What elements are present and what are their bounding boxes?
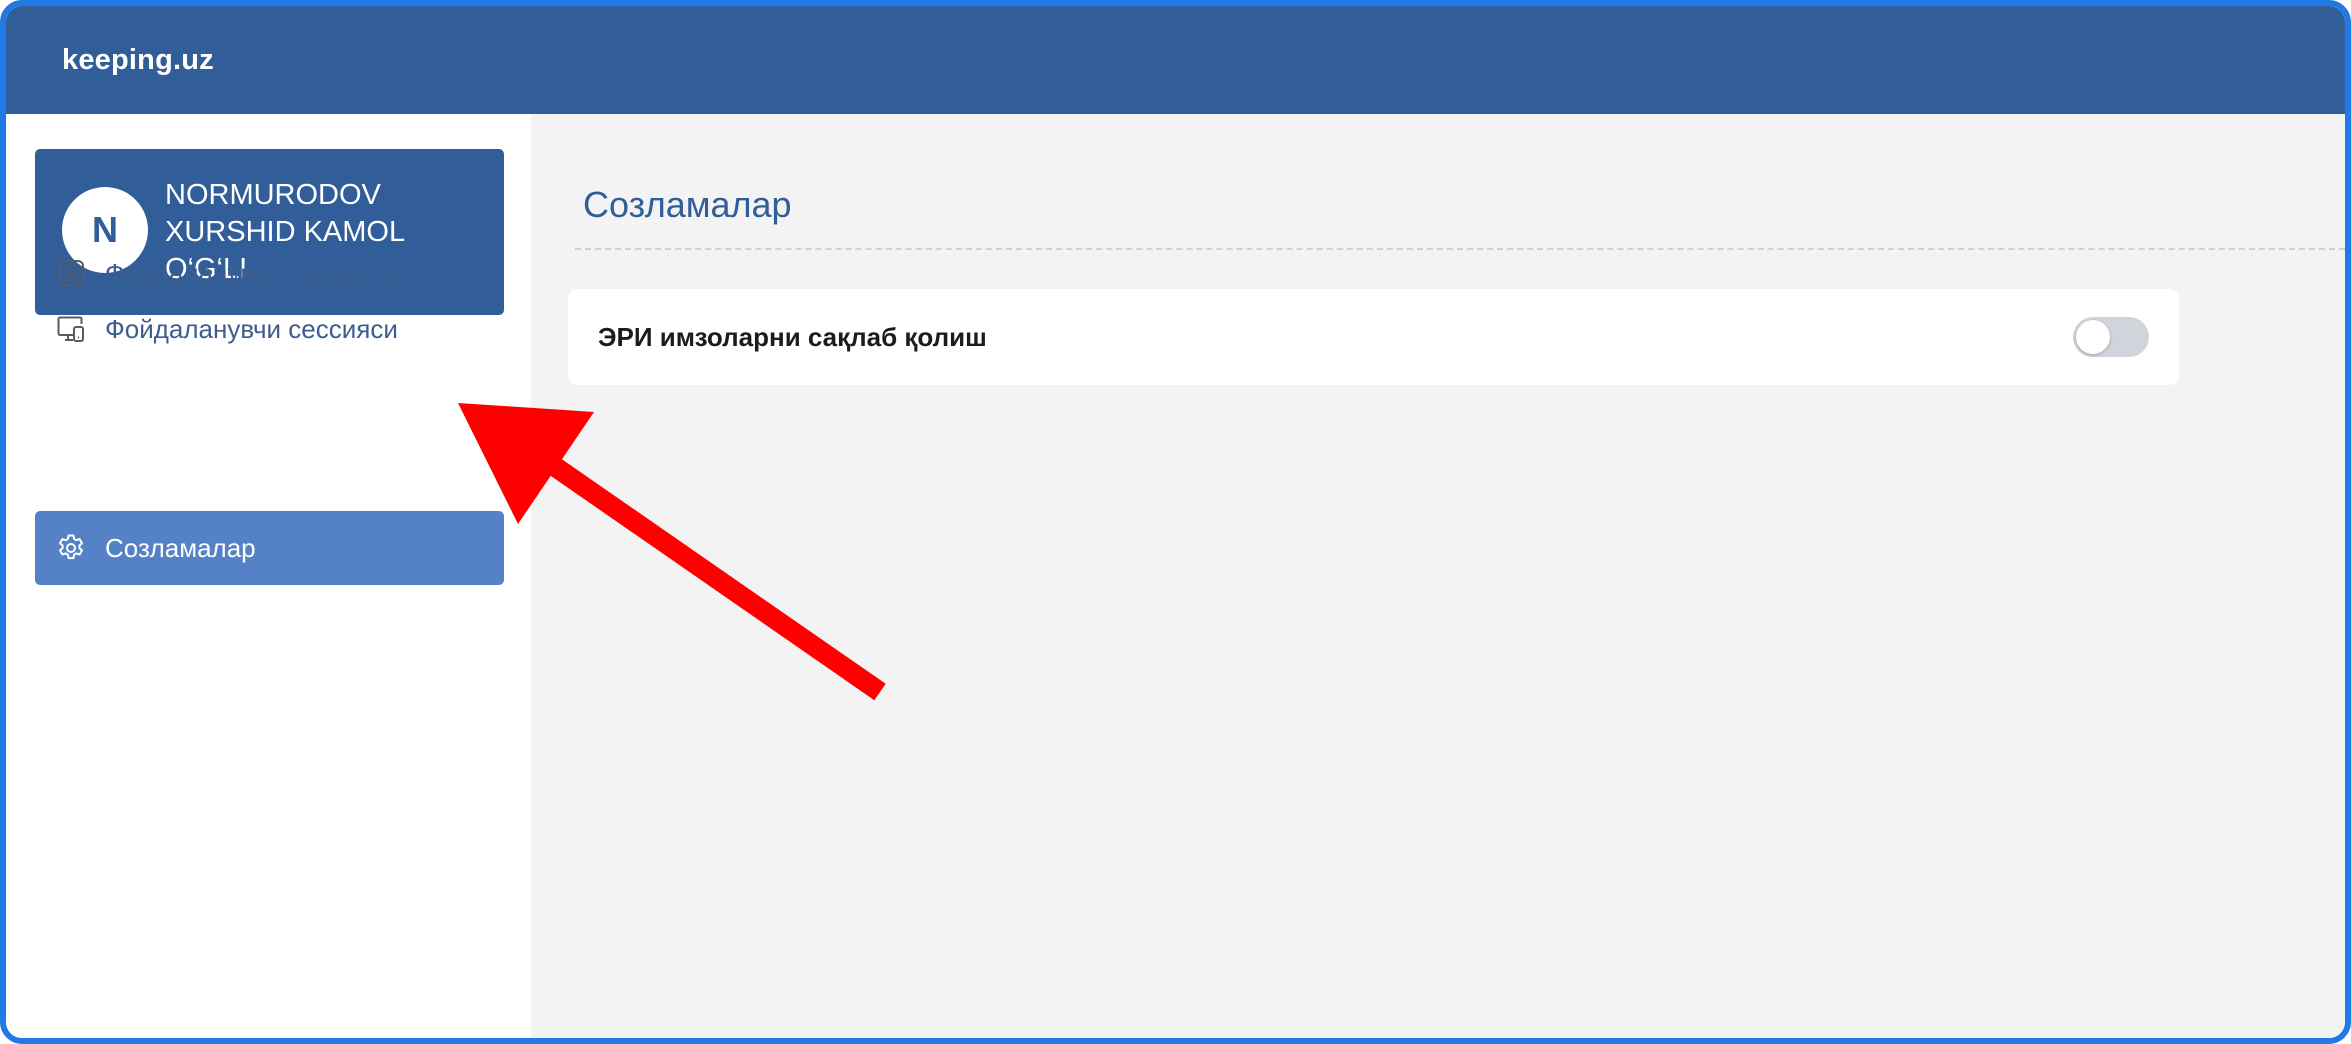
setting-row: ЭРИ имзоларни сақлаб қолиш xyxy=(568,289,2179,385)
toggle-knob xyxy=(2076,320,2110,354)
sidebar-item-label: Фойдаланувчи сессияси xyxy=(105,313,398,344)
save-signatures-toggle[interactable] xyxy=(2073,317,2149,357)
setting-label: ЭРИ имзоларни сақлаб қолиш xyxy=(598,322,987,352)
sidebar-item-label: Созламалар xyxy=(105,532,256,563)
brand-logo[interactable]: keeping.uz xyxy=(62,44,214,77)
app-window: keeping.uz N NORMURODOV XURSHID KAMOL O‘… xyxy=(0,0,2351,1044)
sidebar-item-settings[interactable]: Созламалар xyxy=(35,511,504,585)
sidebar: N NORMURODOV XURSHID KAMOL O‘G‘LI Фойдал… xyxy=(6,114,531,1038)
devices-icon xyxy=(55,313,87,345)
gear-icon xyxy=(55,532,87,564)
main-content: Созламалар ЭРИ имзоларни сақлаб қолиш xyxy=(531,114,2345,1038)
user-profile-icon xyxy=(55,257,87,289)
top-bar: keeping.uz xyxy=(6,6,2345,114)
sidebar-item-sessions[interactable]: Фойдаланувчи сессияси xyxy=(35,292,504,366)
sidebar-item-label: Фойдаланувчи профили xyxy=(105,257,397,288)
title-divider xyxy=(575,248,2345,250)
page-title: Созламалар xyxy=(583,184,792,225)
